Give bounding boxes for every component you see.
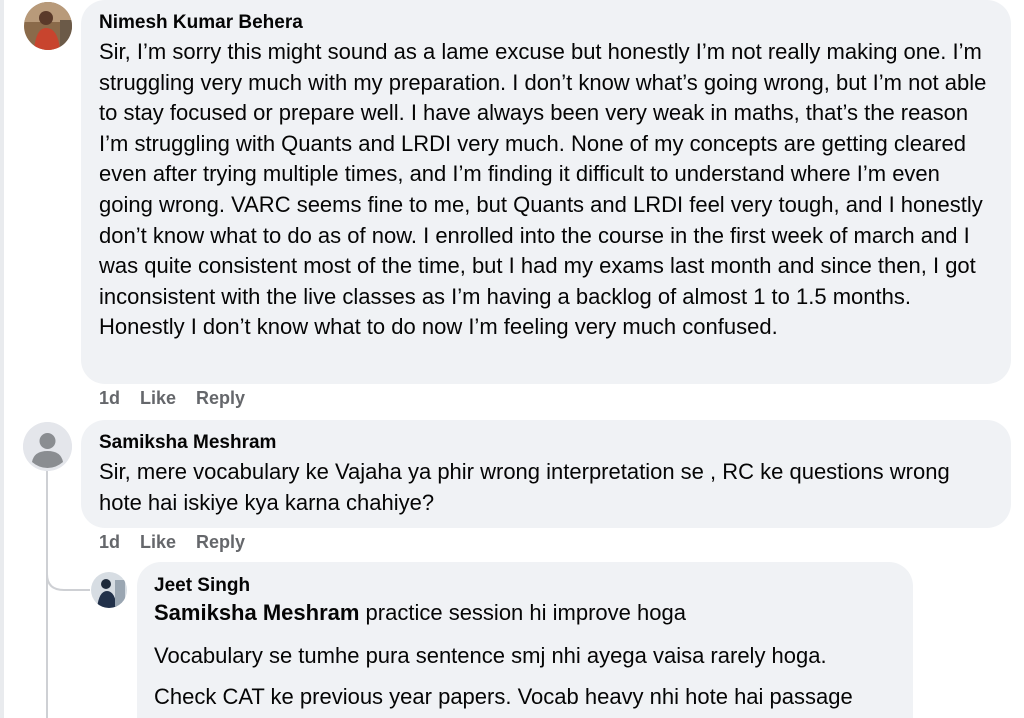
mention-link[interactable]: Samiksha Meshram	[154, 600, 359, 625]
reply-line-1-text: practice session hi improve hoga	[359, 600, 686, 625]
reply-text: Samiksha Meshram practice session hi imp…	[154, 598, 896, 713]
comment-timestamp[interactable]: 1d	[99, 532, 120, 553]
left-edge-divider	[0, 0, 4, 718]
like-button[interactable]: Like	[140, 388, 176, 409]
reply-author[interactable]: Jeet Singh	[154, 574, 896, 598]
comment-text: Sir, I’m sorry this might sound as a lam…	[99, 39, 987, 340]
comment-thread: Nimesh Kumar Behera Sir, I’m sorry this …	[0, 0, 1024, 718]
default-avatar-icon	[23, 422, 72, 471]
comment-text: Sir, mere vocabulary ke Vajaha ya phir w…	[99, 459, 950, 515]
comment-author[interactable]: Samiksha Meshram	[99, 431, 993, 455]
avatar-samiksha[interactable]	[23, 422, 72, 471]
comment-timestamp[interactable]: 1d	[99, 388, 120, 409]
reply-button[interactable]: Reply	[196, 532, 245, 553]
like-button[interactable]: Like	[140, 532, 176, 553]
reply-line-3: Check CAT ke previous year papers. Vocab…	[154, 684, 853, 710]
reply-line-1: Samiksha Meshram practice session hi imp…	[154, 598, 896, 629]
comment-bubble-2: Samiksha Meshram Sir, mere vocabulary ke…	[81, 420, 1011, 528]
comment-actions-2: 1d Like Reply	[99, 532, 245, 553]
avatar-jeet[interactable]	[91, 572, 127, 608]
reply-button[interactable]: Reply	[196, 388, 245, 409]
comment-author[interactable]: Nimesh Kumar Behera	[99, 11, 993, 35]
reply-line-2: Vocabulary se tumhe pura sentence smj nh…	[154, 642, 827, 668]
avatar-nimesh[interactable]	[24, 2, 72, 50]
comment-bubble-1: Nimesh Kumar Behera Sir, I’m sorry this …	[81, 0, 1011, 384]
avatar-photo-icon	[91, 572, 127, 608]
thread-line-curve	[46, 560, 90, 591]
comment-actions-1: 1d Like Reply	[99, 388, 245, 409]
avatar-photo-icon	[24, 2, 72, 50]
reply-bubble: Jeet Singh Samiksha Meshram practice ses…	[137, 562, 913, 718]
